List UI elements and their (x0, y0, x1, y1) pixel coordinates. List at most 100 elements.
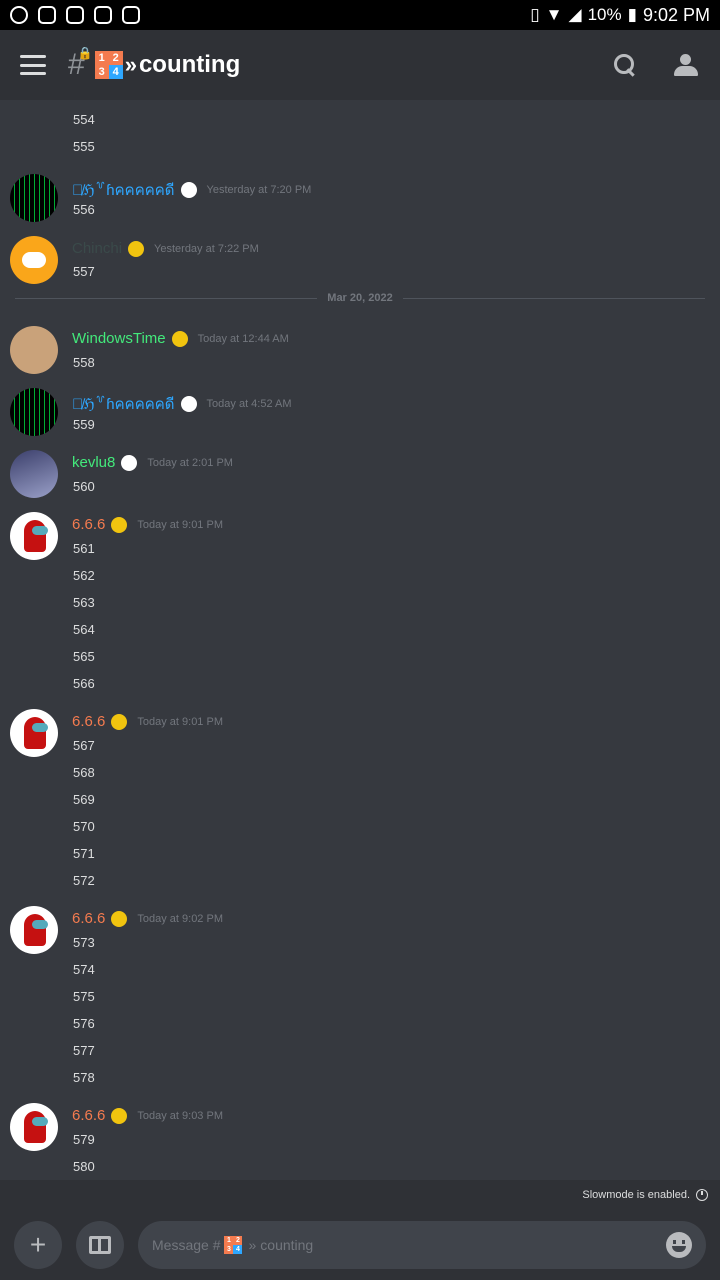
avatar[interactable] (10, 450, 58, 498)
channel-title: counting (138, 51, 241, 78)
play-icon (10, 6, 28, 24)
numbers-emoji-icon: 1234 (94, 51, 123, 79)
message-line: 565 (73, 649, 95, 664)
timestamp: Today at 9:03 PM (137, 1109, 223, 1122)
message-list: 554 555 ꨄ̸ℌ꒷ɦคคคคคดี Yesterday at 7:20 P… (0, 100, 720, 1180)
wifi-icon: ▼ (545, 5, 563, 24)
channel-header: # 🔒 1234 » counting (0, 30, 720, 100)
slowmode-bar: Slowmode is enabled. (0, 1180, 720, 1210)
message-line: 580 (73, 1159, 95, 1174)
search-icon[interactable] (614, 54, 636, 76)
clock-time: 9:02 PM (642, 4, 710, 25)
message-line: 564 (73, 622, 95, 637)
message-line: 566 (73, 676, 95, 691)
numbers-emoji-icon: 1234 (224, 1236, 243, 1254)
timestamp: Today at 12:44 AM (197, 332, 289, 345)
timestamp: Today at 9:01 PM (137, 715, 223, 728)
message-line: 576 (73, 1016, 95, 1031)
avatar[interactable] (10, 709, 58, 757)
signal-icon: ◢ (568, 5, 582, 24)
instagram-icon (66, 6, 84, 24)
username[interactable]: 6.6.6 (72, 713, 105, 730)
message-line: 569 (73, 792, 95, 807)
username[interactable]: kevlu8 (72, 454, 115, 471)
message-line: 556 (73, 202, 95, 217)
message-icon (122, 6, 140, 24)
username[interactable]: 6.6.6 (72, 1107, 105, 1124)
timestamp: Today at 9:01 PM (137, 518, 223, 531)
username[interactable]: Chinchi (72, 240, 122, 257)
message-line: 575 (73, 989, 95, 1004)
plus-icon: + (29, 1229, 47, 1260)
timer-icon (696, 1189, 708, 1201)
status-emoji-icon (180, 182, 197, 198)
avatar[interactable] (10, 174, 58, 222)
username[interactable]: ꨄ̸ℌ꒷ɦคคคคคดี (72, 178, 175, 202)
message-line: 573 (73, 935, 95, 950)
message-composer: + Message # 1234 » counting (0, 1210, 720, 1280)
timestamp: Today at 2:01 PM (147, 456, 233, 469)
timestamp: Yesterday at 7:22 PM (154, 242, 259, 255)
username[interactable]: ꨄ̸ℌ꒷ɦคคคคคดี (72, 392, 175, 416)
message-line: 570 (73, 819, 95, 834)
status-emoji-icon (121, 454, 138, 471)
status-bar: ▯ ▼ ◢ 10% ▮ 9:02 PM (0, 0, 720, 30)
message-input[interactable]: Message # 1234 » counting (138, 1221, 706, 1269)
slowmode-label: Slowmode is enabled. (582, 1189, 690, 1201)
avatar[interactable] (10, 906, 58, 954)
placeholder-suffix: counting (260, 1237, 314, 1253)
message-line: 558 (73, 355, 95, 370)
status-emoji-icon (180, 396, 197, 412)
status-emoji-icon (111, 713, 128, 730)
message-line: 563 (73, 595, 95, 610)
message-line: 557 (73, 264, 95, 279)
username[interactable]: 6.6.6 (72, 910, 105, 927)
battery-level: 10% (587, 5, 622, 24)
timestamp: Today at 9:02 PM (137, 912, 223, 925)
message-line: 577 (73, 1043, 95, 1058)
status-emoji-icon (111, 1107, 128, 1124)
placeholder-prefix: Message # (152, 1237, 221, 1253)
message-line: 562 (73, 568, 95, 583)
chevrons-icon: » (248, 1237, 257, 1253)
message-line: 571 (73, 846, 95, 861)
members-icon[interactable] (674, 54, 700, 76)
emoji-picker-icon[interactable] (666, 1232, 692, 1258)
avatar[interactable] (10, 512, 58, 560)
avatar[interactable] (10, 1103, 58, 1151)
username[interactable]: WindowsTime (72, 330, 166, 347)
username[interactable]: 6.6.6 (72, 516, 105, 533)
status-emoji-icon (128, 240, 145, 257)
battery-icon: ▮ (627, 5, 637, 24)
gift-icon (89, 1236, 111, 1254)
message-line: 568 (73, 765, 95, 780)
status-emoji-icon (171, 330, 188, 347)
locked-channel-icon: # 🔒 (68, 46, 93, 81)
message-line: 554 (73, 112, 95, 127)
notification-icons (10, 6, 140, 24)
message-line: 579 (73, 1132, 95, 1147)
add-attachment-button[interactable]: + (14, 1221, 62, 1269)
status-emoji-icon (111, 516, 128, 533)
date-divider: Mar 20, 2022 (15, 292, 705, 304)
message-line: 559 (73, 417, 95, 432)
instagram-icon (94, 6, 112, 24)
chevrons-icon: » (124, 52, 137, 77)
discord-logo-icon (22, 252, 46, 268)
message-line: 574 (73, 962, 95, 977)
status-emoji-icon (111, 910, 128, 927)
message-line: 567 (73, 738, 95, 753)
timestamp: Today at 4:52 AM (206, 398, 292, 410)
message-line: 560 (73, 479, 95, 494)
message-line: 578 (73, 1070, 95, 1085)
avatar[interactable] (10, 388, 58, 436)
menu-icon[interactable] (20, 55, 46, 75)
gift-button[interactable] (76, 1221, 124, 1269)
message-line: 555 (73, 139, 95, 154)
message-line: 561 (73, 541, 95, 556)
timestamp: Yesterday at 7:20 PM (206, 184, 312, 196)
vibrate-icon: ▯ (530, 5, 540, 24)
avatar[interactable] (10, 236, 58, 284)
image-icon (38, 6, 56, 24)
avatar[interactable] (10, 326, 58, 374)
